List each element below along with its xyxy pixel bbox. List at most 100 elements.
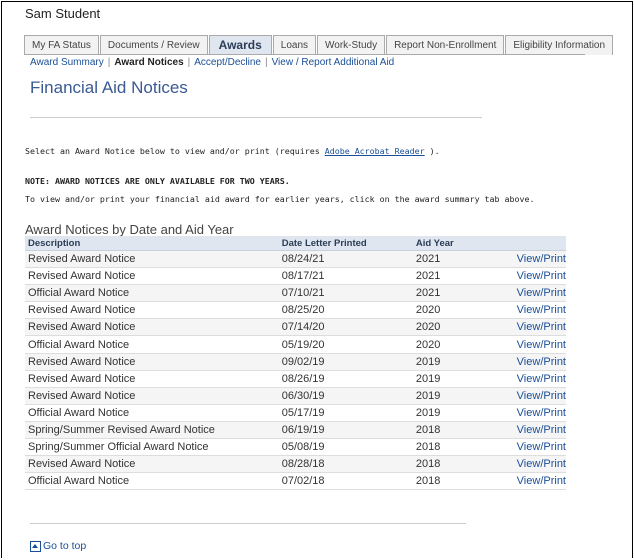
note-body: To view and/or print your financial aid … [25,194,535,204]
tab-loans[interactable]: Loans [272,35,317,55]
cell-description-cell: Revised Award Notice [25,267,268,286]
divider [30,117,482,118]
table-row: Revised Award Notice 08/26/19 2019 View/Pri… [25,370,566,388]
view-print-link[interactable]: View/Print [517,373,566,385]
cell-description-cell: Revised Award Notice [25,318,268,337]
cell-aid-year: 2018 [415,458,441,471]
cell-date-printed: 05/08/19 [281,441,325,454]
cell-date-printed: 08/25/20 [281,304,325,317]
view-print-link[interactable]: View/Print [517,458,566,470]
cell-date-printed: 06/30/19 [281,389,325,402]
cell-date-printed-cell: 09/02/19 [267,353,413,371]
tab-awards[interactable]: Awards [208,35,272,55]
subnav-award-notices[interactable]: Award Notices [114,57,183,68]
view-print-link-cell: View/Print [492,421,566,440]
tab-work-study[interactable]: Work-Study [317,35,386,55]
view-print-link-cell: View/Print [492,301,566,320]
cell-aid-year: 2021 [415,270,441,283]
student-name: Sam Student [25,6,101,21]
cell-aid-year-cell: 2019 [412,353,493,371]
cell-aid-year: 2018 [415,441,441,454]
cell-date-printed: 06/19/19 [281,423,325,436]
cell-aid-year-cell: 2018 [412,455,493,474]
cell-aid-year: 2021 [415,287,441,300]
cell-description: Revised Award Notice [28,355,136,368]
cell-aid-year: 2018 [415,423,441,436]
view-print-link-cell: View/Print [492,370,566,388]
tab-report-non-enrollment[interactable]: Report Non-Enrollment [386,35,505,55]
cell-aid-year: 2021 [415,253,441,266]
view-print-link[interactable]: View/Print [517,390,566,402]
cell-date-printed-cell: 06/30/19 [267,387,413,405]
tab-eligibility-information[interactable]: Eligibility Information [505,35,614,55]
subnav-award-summary[interactable]: Award Summary [30,57,104,68]
cell-description-cell: Spring/Summer Official Award Notice [25,438,268,457]
divider [30,523,466,524]
view-print-link[interactable]: View/Print [517,356,566,368]
view-print-link[interactable]: View/Print [517,270,566,282]
cell-date-printed: 07/02/18 [281,475,325,488]
adobe-reader-link[interactable]: Adobe Acrobat Reader [325,146,425,156]
view-print-link[interactable]: View/Print [517,441,566,453]
cell-aid-year-cell: 2018 [412,472,493,491]
view-print-link[interactable]: View/Print [517,253,566,265]
view-print-link[interactable]: View/Print [517,475,566,487]
view-print-link[interactable]: View/Print [517,339,566,351]
cell-aid-year-cell: 2020 [412,318,493,337]
cell-date-printed: 08/28/18 [281,458,325,471]
cell-aid-year-cell: 2020 [412,335,493,354]
cell-aid-year: 2020 [415,338,441,351]
cell-aid-year: 2019 [415,355,441,368]
sub-navigation: Award Summary | Award Notices | Accept/Decli… [30,57,394,68]
tab-bar: My FA Status Documents / Review Awards L… [24,35,614,55]
table-row: Revised Award Notice 08/17/21 2021 View/Pri… [25,267,566,286]
cell-date-printed: 08/26/19 [281,372,325,385]
page-title: Financial Aid Notices [30,78,188,97]
view-print-link-cell: View/Print [492,404,566,422]
tab-documents-review[interactable]: Documents / Review [99,35,208,55]
cell-description-cell: Official Award Notice [25,404,268,422]
cell-description-cell: Revised Award Notice [25,387,268,405]
table-row: Revised Award Notice 08/25/20 2020 View/Pri… [25,301,566,320]
subnav-accept-decline[interactable]: Accept/Decline [194,57,261,68]
cell-aid-year: 2018 [415,475,441,488]
cell-date-printed-cell: 08/26/19 [267,370,413,388]
view-print-link[interactable]: View/Print [517,304,566,316]
view-print-link[interactable]: View/Print [517,321,566,333]
cell-description-cell: Spring/Summer Revised Award Notice [25,421,268,440]
table-row: Official Award Notice 07/10/21 2021 View/Pr… [25,284,566,303]
view-print-link[interactable]: View/Print [517,407,566,419]
cell-description: Revised Award Notice [28,321,136,334]
cell-description: Spring/Summer Official Award Notice [28,441,209,454]
cell-aid-year-cell: 2021 [412,284,493,303]
intro-text: Select an Award Notice below to view and… [25,146,440,156]
cell-description: Revised Award Notice [28,372,136,385]
cell-description: Revised Award Notice [28,270,136,283]
column-header-date-printed: Date Letter Printed [267,236,413,251]
cell-description-cell: Official Award Notice [25,472,268,491]
cell-aid-year-cell: 2021 [412,250,493,269]
cell-aid-year-cell: 2018 [412,438,493,457]
table-row: Official Award Notice 05/17/19 2019 View/Pr… [25,404,566,422]
view-print-link-cell: View/Print [492,387,566,405]
view-print-link-cell: View/Print [492,284,566,303]
cell-aid-year-cell: 2019 [412,387,493,405]
table-row: Revised Award Notice 08/28/18 2018 View/Pri… [25,455,566,474]
table-header-row: Description Date Letter Printed Aid Year [25,236,566,251]
tab-my-fa-status[interactable]: My FA Status [24,35,99,55]
cell-aid-year-cell: 2021 [412,267,493,286]
cell-date-printed: 07/10/21 [281,287,325,300]
cell-date-printed: 08/24/21 [281,253,325,266]
view-print-link[interactable]: View/Print [517,424,566,436]
subnav-view-report-additional-aid[interactable]: View / Report Additional Aid [272,57,395,68]
cell-aid-year: 2020 [415,304,441,317]
cell-description: Official Award Notice [28,338,130,351]
view-print-link[interactable]: View/Print [517,287,566,299]
view-print-link-cell: View/Print [492,335,566,354]
cell-description: Revised Award Notice [28,253,136,266]
cell-date-printed-cell: 05/17/19 [267,404,413,422]
cell-date-printed-cell: 08/24/21 [267,250,413,269]
go-to-top-link[interactable]: Go to top [30,540,86,552]
cell-aid-year-cell: 2019 [412,370,493,388]
column-header-action [492,236,566,251]
